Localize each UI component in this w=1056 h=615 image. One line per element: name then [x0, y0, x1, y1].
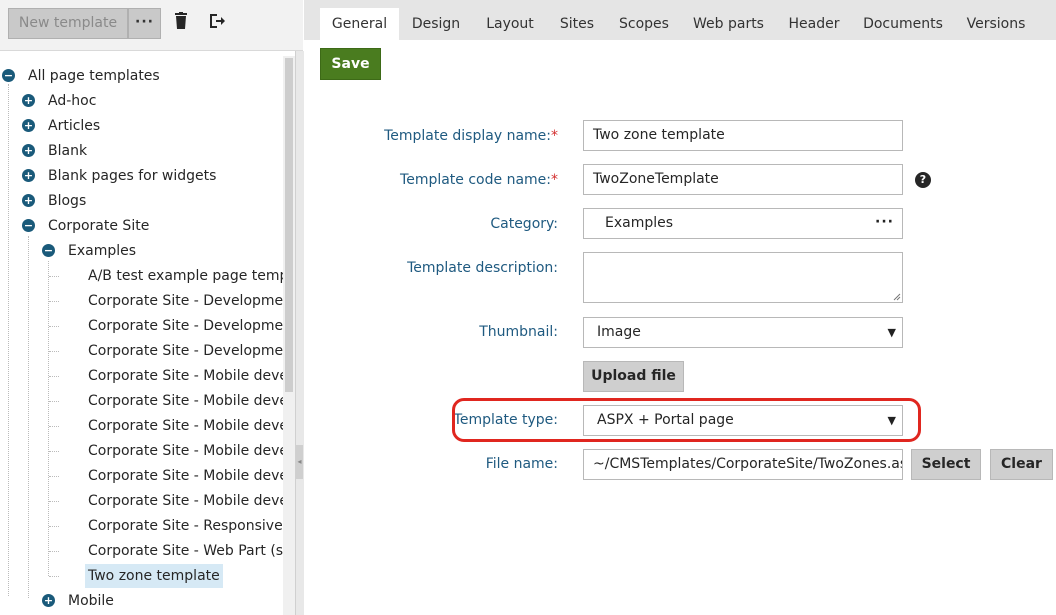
tab-layout[interactable]: Layout — [479, 8, 541, 40]
tree-node[interactable]: + Articles — [22, 114, 282, 138]
tree-leaf[interactable]: Corporate Site - Mobile develop — [88, 439, 283, 463]
tab-documents[interactable]: Documents — [861, 8, 945, 40]
tree-leaf[interactable]: Corporate Site - Responsive Ma — [88, 514, 283, 538]
expand-icon[interactable]: + — [22, 194, 35, 207]
tree-leaf[interactable]: Corporate Site - Web Part (sam — [88, 539, 283, 563]
tree-leaf[interactable]: Corporate Site - Development n — [88, 289, 283, 313]
category-selector[interactable]: Examples ··· — [583, 208, 903, 239]
thumbnail-select[interactable]: Image ▼ — [583, 317, 903, 348]
display-name-label: Template display name:* — [384, 128, 558, 144]
tab-header[interactable]: Header — [784, 8, 844, 40]
tree-guide — [48, 261, 49, 576]
tree-toolbar: New template ··· — [0, 0, 303, 51]
tree-leaf[interactable]: Corporate Site - Mobile develop — [88, 464, 283, 488]
tab-general[interactable]: General — [320, 8, 399, 40]
tree-node[interactable]: + Mobile — [42, 589, 282, 613]
resize-grip-icon[interactable] — [893, 293, 901, 301]
expand-icon[interactable]: + — [22, 144, 35, 157]
tab-versions[interactable]: Versions — [962, 8, 1030, 40]
tree-guide — [28, 236, 29, 598]
tree-guide — [8, 84, 9, 596]
collapse-icon[interactable]: − — [42, 244, 55, 257]
exit-icon[interactable] — [208, 12, 228, 34]
tree-leaf-selected[interactable]: Two zone template — [85, 564, 223, 588]
tree-leaf[interactable]: Corporate Site - Development n — [88, 339, 283, 363]
collapse-icon[interactable]: − — [2, 69, 15, 82]
tree-scrollbar-thumb[interactable] — [285, 58, 293, 392]
tree-node[interactable]: + Blank — [22, 139, 282, 163]
tree-leaf[interactable]: Corporate Site - Development n — [88, 314, 283, 338]
left-panel: New template ··· − All page templates + … — [0, 0, 303, 615]
tree-node[interactable]: + Blank pages for widgets — [22, 164, 282, 188]
tab-bar: General Design Layout Sites Scopes Web p… — [304, 0, 1056, 40]
tab-design[interactable]: Design — [404, 8, 468, 40]
category-label: Category: — [490, 216, 558, 232]
expand-icon[interactable]: + — [22, 119, 35, 132]
tree-node[interactable]: − Examples — [42, 239, 282, 263]
tree-leaf[interactable]: A/B test example page template — [88, 264, 283, 288]
file-name-input[interactable]: ~/CMSTemplates/CorporateSite/TwoZones.as… — [583, 449, 903, 480]
help-icon[interactable]: ? — [915, 172, 931, 188]
upload-file-button[interactable]: Upload file — [583, 361, 684, 392]
tree-node-root[interactable]: − All page templates — [2, 64, 282, 88]
highlight-outline — [452, 398, 921, 442]
tree-node[interactable]: − Corporate Site — [22, 214, 282, 238]
new-template-button[interactable]: New template — [8, 8, 128, 39]
display-name-input[interactable]: Two zone template — [583, 120, 903, 151]
trash-icon[interactable] — [173, 12, 193, 34]
more-actions-button[interactable]: ··· — [128, 8, 161, 39]
tree-leaf[interactable]: Corporate Site - Mobile develop — [88, 364, 283, 388]
expand-icon[interactable]: + — [22, 169, 35, 182]
expand-icon[interactable]: + — [42, 594, 55, 607]
dropdown-arrow-icon: ▼ — [887, 326, 896, 339]
tab-web-parts[interactable]: Web parts — [690, 8, 767, 40]
file-name-label: File name: — [485, 456, 558, 472]
tab-scopes[interactable]: Scopes — [614, 8, 674, 40]
clear-button[interactable]: Clear — [990, 449, 1053, 480]
description-textarea[interactable] — [583, 252, 903, 303]
select-button[interactable]: Select — [911, 449, 981, 480]
tree-leaf[interactable]: Corporate Site - Mobile develop — [88, 389, 283, 413]
collapse-icon[interactable]: − — [22, 219, 35, 232]
template-tree: − All page templates + Ad-hoc + Articles… — [0, 64, 283, 615]
more-dots-icon[interactable]: ··· — [875, 209, 894, 237]
tree-leaf[interactable]: Corporate Site - Mobile develop — [88, 489, 283, 513]
tab-sites[interactable]: Sites — [554, 8, 600, 40]
description-label: Template description: — [407, 260, 558, 276]
expand-icon[interactable]: + — [22, 94, 35, 107]
thumbnail-label: Thumbnail: — [479, 324, 558, 340]
code-name-input[interactable]: TwoZoneTemplate — [583, 164, 903, 195]
tree-leaf[interactable]: Corporate Site - Mobile develop — [88, 414, 283, 438]
tree-node[interactable]: + Ad-hoc — [22, 89, 282, 113]
code-name-label: Template code name:* — [400, 172, 558, 188]
save-button[interactable]: Save — [320, 48, 381, 80]
tree-node[interactable]: + Blogs — [22, 189, 282, 213]
